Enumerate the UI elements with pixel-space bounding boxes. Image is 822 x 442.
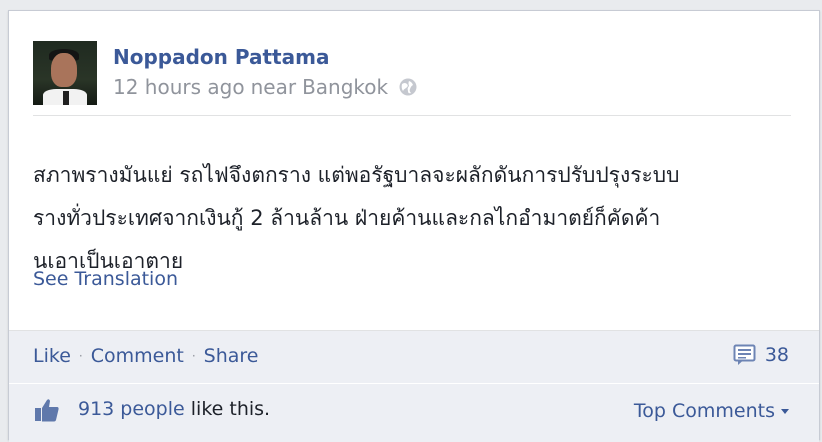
post-body: สภาพรางมันแย่ รถไฟจึงตกราง แต่พอรัฐบาลจะ… [33,154,793,283]
author-name[interactable]: Noppadon Pattama [113,45,329,69]
globe-icon[interactable] [398,77,418,97]
top-comments-dropdown[interactable]: Top Comments [634,400,789,422]
separator: · [78,349,83,363]
like-link[interactable]: Like [33,345,71,367]
likes-count-link[interactable]: 913 people [78,398,185,420]
comments-count: 38 [764,344,789,366]
header-divider [33,115,791,116]
likes-row: 913 people like this. Top Comments [9,383,819,442]
chevron-down-icon [781,408,789,414]
comments-count-button[interactable]: 38 [733,344,789,366]
post-card: Noppadon Pattama 12 hours ago near Bangk… [8,10,820,442]
post-text-line: สภาพรางมันแย่ รถไฟจึงตกราง แต่พอรัฐบาลจะ… [33,163,680,187]
post-timestamp[interactable]: 12 hours ago [113,75,245,99]
likes-suffix: like this. [184,398,271,420]
see-translation-link[interactable]: See Translation [33,268,178,290]
avatar[interactable] [33,41,97,105]
post-meta: 12 hours ago near Bangkok [113,75,418,99]
thumbs-up-icon [35,399,59,422]
comment-link[interactable]: Comment [91,345,184,367]
comment-bubble-icon [733,344,756,365]
post-text-line: รางทั่วประเทศจากเงินกู้ 2 ล้านล้าน ฝ่ายค… [33,206,661,230]
top-comments-label: Top Comments [633,400,775,422]
separator: · [191,349,196,363]
post-location[interactable]: Bangkok [302,75,388,99]
likes-summary: 913 people like this. [78,398,270,420]
action-bar: Like · Comment · Share 38 [9,330,819,383]
location-prefix: near [250,75,297,99]
share-link[interactable]: Share [204,345,259,367]
